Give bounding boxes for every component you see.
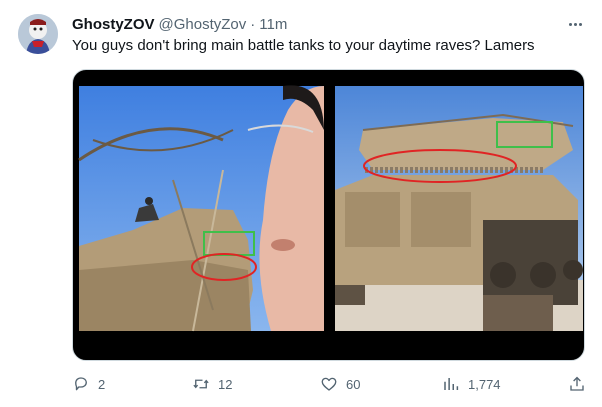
like-button[interactable]: 60 <box>320 372 360 396</box>
views-button[interactable]: 1,774 <box>442 372 501 396</box>
tweet-header: GhostyZOV @GhostyZov · 11m <box>72 14 287 34</box>
tweet-actions: 2 12 60 1,774 <box>72 372 587 396</box>
author-handle[interactable]: @GhostyZov <box>159 16 247 33</box>
tweet-media[interactable] <box>72 69 585 361</box>
left-video-still <box>78 85 324 332</box>
tweet-timestamp[interactable]: 11m <box>259 16 287 33</box>
separator-dot: · <box>250 15 256 33</box>
author-name[interactable]: GhostyZOV <box>72 16 155 33</box>
views-icon <box>444 378 459 390</box>
heart-icon <box>321 377 337 391</box>
reply-button[interactable]: 2 <box>72 372 105 396</box>
tweet-card[interactable]: GhostyZOV @GhostyZov · 11m You guys don'… <box>0 0 602 407</box>
retweet-count: 12 <box>218 376 233 392</box>
media-image <box>78 85 583 332</box>
share-button[interactable] <box>568 372 586 396</box>
retweet-button[interactable]: 12 <box>192 372 232 396</box>
reply-count: 2 <box>98 376 106 392</box>
share-icon <box>570 376 584 391</box>
more-options-button[interactable] <box>563 14 587 34</box>
tweet-text: You guys don't bring main battle tanks t… <box>72 37 535 54</box>
reply-icon <box>75 377 87 391</box>
retweet-icon <box>193 379 209 389</box>
views-count: 1,774 <box>468 376 501 392</box>
avatar-image <box>18 14 58 54</box>
like-count: 60 <box>346 376 361 392</box>
more-horizontal-icon <box>568 22 572 26</box>
author-avatar[interactable] <box>18 14 58 54</box>
right-photo <box>335 86 583 331</box>
